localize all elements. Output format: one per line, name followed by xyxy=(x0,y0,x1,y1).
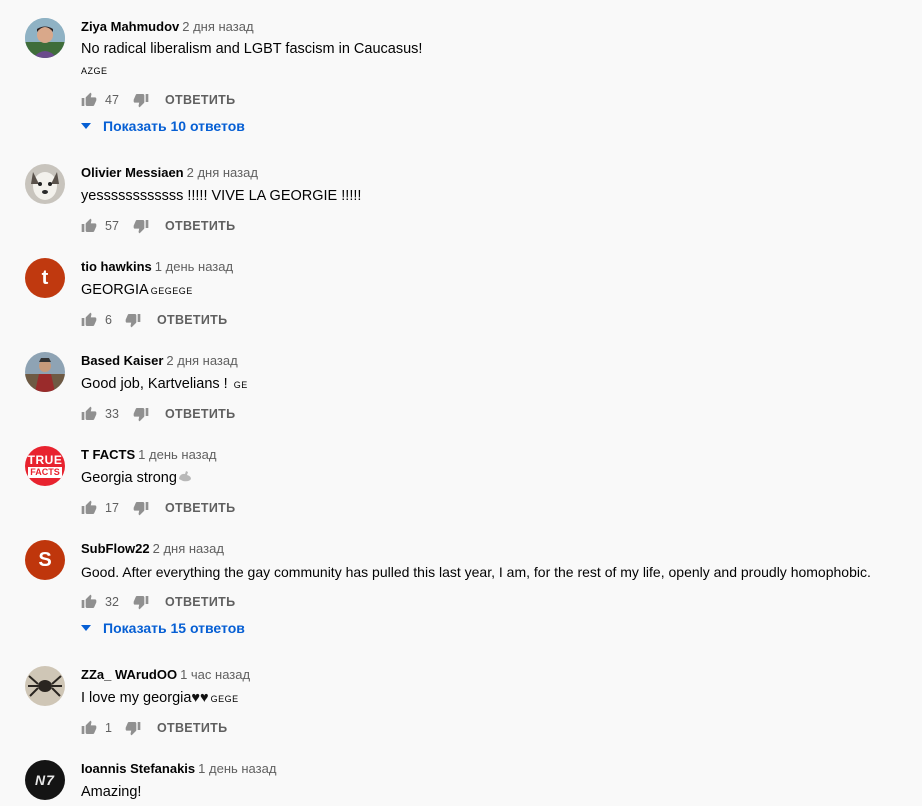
comment-text: Good. After everything the gay community… xyxy=(81,564,871,580)
avatar-logo-line: FACTS xyxy=(28,466,62,478)
comment-timestamp[interactable]: 1 день назад xyxy=(198,761,276,776)
avatar-logo-line: TRUE xyxy=(27,452,63,467)
comment-author[interactable]: tio hawkins xyxy=(81,259,152,274)
comment-text-body: No radical liberalism and LGBT fascism i… xyxy=(81,41,423,57)
comment-author[interactable]: Olivier Messiaen xyxy=(81,165,184,180)
comment-author[interactable]: SubFlow22 xyxy=(81,541,150,556)
avatar[interactable] xyxy=(25,18,65,58)
comment-timestamp[interactable]: 2 дня назад xyxy=(182,19,253,34)
comment-text: Georgia strong xyxy=(81,468,193,488)
comment-author[interactable]: Ziya Mahmudov xyxy=(81,19,179,34)
avatar[interactable]: S xyxy=(25,540,65,580)
comment-text-body: Georgia strong xyxy=(81,470,177,486)
comment-actions: 32 ОТВЕТИТЬ xyxy=(81,592,235,612)
comment-actions: 47 ОТВЕТИТЬ xyxy=(81,90,235,110)
comment-author[interactable]: T FACTS xyxy=(81,447,135,462)
like-count: 1 xyxy=(105,721,112,735)
comment-actions: 17 ОТВЕТИТЬ xyxy=(81,498,235,518)
show-replies-label: Показать 15 ответов xyxy=(103,620,245,636)
thumbs-up-icon[interactable] xyxy=(81,594,97,610)
heart-emoji: ♥♥ xyxy=(191,690,209,706)
caret-down-icon xyxy=(81,123,91,129)
like-count: 33 xyxy=(105,407,119,421)
thumbs-up-icon[interactable] xyxy=(81,406,97,422)
comments-section: Ziya Mahmudov 2 дня назад No radical libe… xyxy=(0,0,922,806)
avatar[interactable]: N7 xyxy=(25,760,65,800)
like-count: 47 xyxy=(105,93,119,107)
avatar[interactable] xyxy=(25,666,65,706)
thumbs-down-icon[interactable] xyxy=(125,720,141,736)
reply-button[interactable]: ОТВЕТИТЬ xyxy=(165,93,235,107)
comment-actions: 6 ОТВЕТИТЬ xyxy=(81,310,227,330)
like-count: 32 xyxy=(105,595,119,609)
avatar-letter: t xyxy=(41,266,49,289)
comment-text-body: GEORGIA xyxy=(81,282,149,298)
like-count: 6 xyxy=(105,313,112,327)
flag-emoji: GEGEGE xyxy=(150,286,193,296)
comment-timestamp[interactable]: 2 дня назад xyxy=(187,165,258,180)
reply-button[interactable]: ОТВЕТИТЬ xyxy=(157,313,227,327)
avatar[interactable] xyxy=(25,352,65,392)
comment-text: Good job, Kartvelians ! GE xyxy=(81,374,248,395)
avatar[interactable] xyxy=(25,164,65,204)
reply-button[interactable]: ОТВЕТИТЬ xyxy=(157,721,227,735)
flag-emoji: GE xyxy=(233,380,248,390)
avatar[interactable]: TRUE FACTS xyxy=(25,446,65,486)
comment-timestamp[interactable]: 1 час назад xyxy=(180,667,250,682)
reply-button[interactable]: ОТВЕТИТЬ xyxy=(165,219,235,233)
comment-text-body: Good job, Kartvelians ! xyxy=(81,376,228,392)
thumbs-down-icon[interactable] xyxy=(133,92,149,108)
comment-actions: 57 ОТВЕТИТЬ xyxy=(81,216,235,236)
comment-text: I love my georgia♥♥ GEGE xyxy=(81,688,239,709)
thumbs-up-icon[interactable] xyxy=(81,312,97,328)
show-replies-button[interactable]: Показать 10 ответов xyxy=(80,118,245,134)
flag-emoji: GEGE xyxy=(210,694,239,704)
thumbs-down-icon[interactable] xyxy=(133,594,149,610)
show-replies-label: Показать 10 ответов xyxy=(103,118,245,134)
comment-text: GEORGIA GEGEGE xyxy=(81,280,193,301)
thumbs-up-icon[interactable] xyxy=(81,218,97,234)
comment-actions: 1 ОТВЕТИТЬ xyxy=(81,718,227,738)
reply-button[interactable]: ОТВЕТИТЬ xyxy=(165,595,235,609)
comment-author[interactable]: Based Kaiser xyxy=(81,353,163,368)
comment-timestamp[interactable]: 2 дня назад xyxy=(166,353,237,368)
comment-text: Amazing! xyxy=(81,784,142,800)
thumbs-down-icon[interactable] xyxy=(133,218,149,234)
comment-timestamp[interactable]: 2 дня назад xyxy=(153,541,224,556)
reply-button[interactable]: ОТВЕТИТЬ xyxy=(165,407,235,421)
avatar[interactable]: t xyxy=(25,258,65,298)
thumbs-down-icon[interactable] xyxy=(125,312,141,328)
thumbs-up-icon[interactable] xyxy=(81,92,97,108)
flag-emoji: AZGE xyxy=(81,66,108,76)
caret-down-icon xyxy=(81,625,91,631)
comment-text-body: I love my georgia xyxy=(81,690,192,706)
comment-text: No radical liberalism and LGBT fascism i… xyxy=(81,39,422,81)
comment-timestamp[interactable]: 1 день назад xyxy=(138,447,216,462)
reply-button[interactable]: ОТВЕТИТЬ xyxy=(165,501,235,515)
comment-text: yessssssssssss !!!!! VIVE LA GEORGIE !!!… xyxy=(81,188,362,204)
thumbs-up-icon[interactable] xyxy=(81,720,97,736)
like-count: 57 xyxy=(105,219,119,233)
flexed-biceps-icon xyxy=(178,471,191,482)
comment-actions: 33 ОТВЕТИТЬ xyxy=(81,404,235,424)
comment-timestamp[interactable]: 1 день назад xyxy=(155,259,233,274)
thumbs-down-icon[interactable] xyxy=(133,406,149,422)
avatar-letter: S xyxy=(38,548,52,571)
comment-author[interactable]: Ioannis Stefanakis xyxy=(81,761,195,776)
like-count: 17 xyxy=(105,501,119,515)
thumbs-up-icon[interactable] xyxy=(81,500,97,516)
show-replies-button[interactable]: Показать 15 ответов xyxy=(80,620,245,636)
thumbs-down-icon[interactable] xyxy=(133,500,149,516)
comment-author[interactable]: ZZa_ WArudOO xyxy=(81,667,177,682)
avatar-logo-line: N7 xyxy=(35,772,55,788)
